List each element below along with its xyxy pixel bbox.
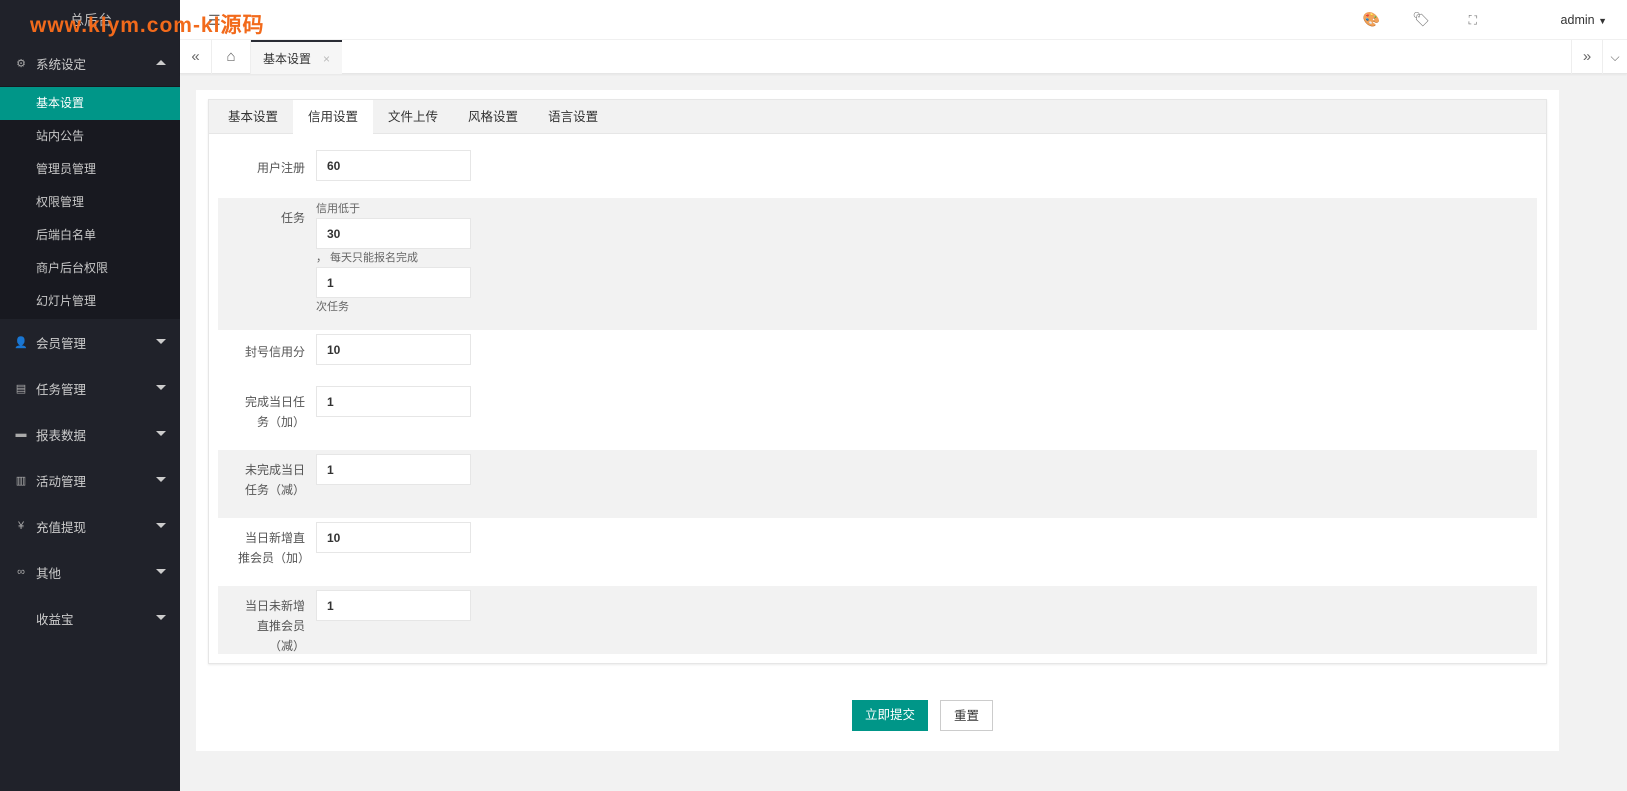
sidebar-group-reports[interactable]: ▬ 报表数据	[0, 411, 180, 457]
sidebar-item-slides[interactable]: 幻灯片管理	[0, 285, 180, 318]
chevron-down-icon[interactable]: ⌵	[1603, 40, 1627, 74]
sidebar-group-recharge[interactable]: ¥ 充值提现	[0, 503, 180, 549]
tab-language[interactable]: 语言设置	[533, 100, 613, 133]
sidebar-item-whitelist[interactable]: 后端白名单	[0, 219, 180, 252]
task-count-input[interactable]	[316, 267, 471, 298]
settings-panel: 基本设置 信用设置 文件上传 风格设置 语言设置 用户注册 任务 信用低于 ， …	[208, 99, 1547, 664]
caret-down-icon	[156, 431, 166, 436]
row-complete: 完成当日任务（加）	[218, 382, 1537, 450]
row-new-referral: 当日新增直推会员（加）	[218, 518, 1537, 586]
caret-down-icon	[156, 615, 166, 620]
user-menu[interactable]: admin ▼	[1561, 13, 1607, 27]
caret-down-icon: ▼	[1598, 16, 1607, 26]
link-icon: ∞	[17, 566, 25, 578]
user-icon: 👤	[14, 336, 28, 349]
caret-down-icon	[156, 477, 166, 482]
sidebar-group-yield[interactable]: 收益宝	[0, 595, 180, 641]
sidebar-item-permissions[interactable]: 权限管理	[0, 186, 180, 219]
page-tabs: « ⌂ 基本设置 × » ⌵	[180, 40, 1627, 74]
gear-icon: ⚙	[16, 57, 26, 70]
submit-button[interactable]: 立即提交	[852, 700, 928, 731]
no-new-referral-input[interactable]	[316, 590, 471, 621]
sidebar-group-activities[interactable]: ▥ 活动管理	[0, 457, 180, 503]
new-referral-input[interactable]	[316, 522, 471, 553]
tab-upload[interactable]: 文件上传	[373, 100, 453, 133]
tab-style[interactable]: 风格设置	[453, 100, 533, 133]
sidebar-group-other[interactable]: ∞ 其他	[0, 549, 180, 595]
tab-basic[interactable]: 基本设置	[213, 100, 293, 133]
tag-icon[interactable]: 🏷	[1412, 11, 1430, 28]
close-icon[interactable]: ×	[323, 52, 330, 66]
tab-credit[interactable]: 信用设置	[293, 100, 374, 134]
theme-palette-icon[interactable]: 🎨	[1363, 11, 1380, 28]
caret-down-icon	[156, 569, 166, 574]
sidebar-item-admins[interactable]: 管理员管理	[0, 153, 180, 186]
incomplete-input[interactable]	[316, 454, 471, 485]
chart-board-icon: ▬	[15, 428, 27, 440]
row-register: 用户注册	[218, 134, 1537, 198]
document-icon: ▤	[15, 382, 27, 395]
register-input[interactable]	[316, 150, 471, 181]
sidebar-group-tasks[interactable]: ▤ 任务管理	[0, 365, 180, 411]
yen-icon: ¥	[17, 520, 25, 532]
settings-tabs: 基本设置 信用设置 文件上传 风格设置 语言设置	[209, 100, 1546, 134]
caret-up-icon	[156, 60, 166, 65]
reset-button[interactable]: 重置	[940, 700, 993, 731]
logo: 总后台 www.klym.com-kl源码	[0, 0, 263, 40]
top-header: ☰ 🎨 🏷 ⛶ admin ▼	[180, 0, 1627, 40]
tab-basic-settings[interactable]: 基本设置 ×	[251, 40, 343, 74]
book-icon: ▥	[15, 474, 27, 487]
sidebar-group-members[interactable]: 👤 会员管理	[0, 319, 180, 365]
content-card: 基本设置 信用设置 文件上传 风格设置 语言设置 用户注册 任务 信用低于 ， …	[196, 90, 1559, 751]
sidebar-item-basic-settings[interactable]: 基本设置	[0, 87, 180, 120]
submenu-system: 基本设置 站内公告 管理员管理 权限管理 后端白名单 商户后台权限 幻灯片管理	[0, 86, 180, 319]
watermark: www.klym.com-kl源码	[30, 14, 265, 37]
caret-down-icon	[156, 339, 166, 344]
row-incomplete: 未完成当日任务（减）	[218, 450, 1537, 518]
fullscreen-icon[interactable]: ⛶	[1469, 13, 1477, 28]
sidebar-item-announcements[interactable]: 站内公告	[0, 120, 180, 153]
ban-score-input[interactable]	[316, 334, 471, 365]
row-no-new-referral: 当日未新增直推会员（减）	[218, 586, 1537, 654]
caret-down-icon	[156, 523, 166, 528]
sidebar-group-system[interactable]: ⚙ 系统设定	[0, 40, 180, 86]
sidebar-item-merchant-permissions[interactable]: 商户后台权限	[0, 252, 180, 285]
sidebar: 总后台 www.klym.com-kl源码 ⚙ 系统设定 基本设置 站内公告 管理员…	[0, 0, 263, 791]
complete-input[interactable]	[316, 386, 471, 417]
caret-down-icon	[156, 385, 166, 390]
scroll-right-icon[interactable]: »	[1571, 40, 1603, 74]
task-credit-input[interactable]	[316, 218, 471, 249]
row-ban: 封号信用分	[218, 330, 1537, 382]
row-task: 任务 信用低于 ， 每天只能报名完成 次任务	[218, 198, 1537, 330]
